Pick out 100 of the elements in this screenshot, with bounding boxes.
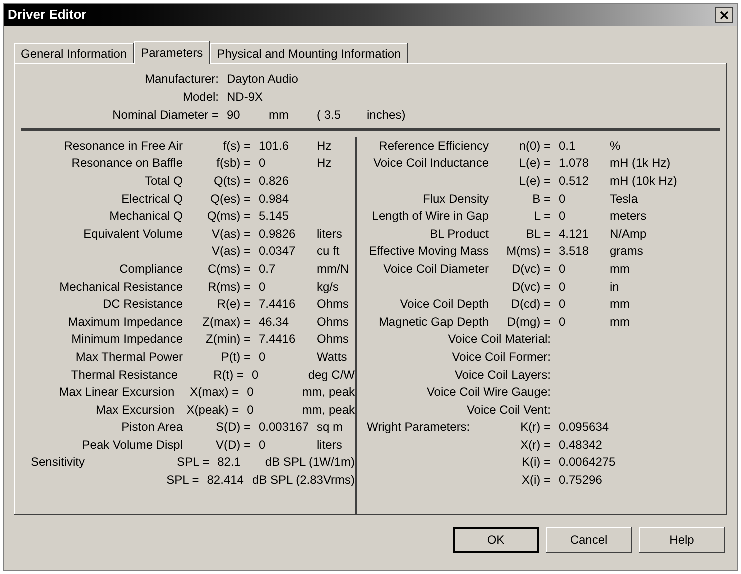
parameter-symbol: R(e) = xyxy=(217,296,251,314)
parameter-label: Voice Coil Wire Gauge: xyxy=(426,384,551,402)
parameter-label: Voice Coil Vent: xyxy=(466,402,551,419)
field-value: ND-9X xyxy=(226,89,264,106)
close-button[interactable] xyxy=(715,7,733,23)
tab[interactable]: Parameters xyxy=(134,41,210,64)
parameter-symbol: X(r) = xyxy=(520,436,551,454)
parameter-label: Effective Moving Mass xyxy=(369,243,489,260)
parameter-value: 0 xyxy=(259,280,266,294)
parameter-value: 0 xyxy=(247,385,254,400)
parameter-symbol: D(vc) = xyxy=(512,260,551,278)
parameter-label: Resonance in Free Air xyxy=(64,138,183,155)
parameter-label: Reference Efficiency xyxy=(379,138,489,155)
parameter-label: DC Resistance xyxy=(102,296,183,314)
parameter-unit: Ohms xyxy=(317,332,350,346)
parameter-label: Voice Coil Former: xyxy=(452,348,551,366)
parameter-symbol: L(e) = xyxy=(519,155,551,172)
parameter-unit: dB SPL (2.83Vrms) xyxy=(252,473,356,488)
parameter-label: Piston Area xyxy=(122,419,183,436)
parameter-symbol: SPL = xyxy=(166,472,200,490)
parameter-value: 1.078 xyxy=(559,156,590,170)
parameter-label: Equivalent Volume xyxy=(84,226,183,243)
parameter-symbol: B = xyxy=(532,190,551,208)
parameter-label: Total Q xyxy=(144,172,183,190)
dialog-button[interactable]: Cancel xyxy=(546,527,632,553)
parameter-label: Max Excursion xyxy=(96,402,175,419)
parameter-label: Voice Coil Diameter xyxy=(384,260,489,278)
parameter-value: 0 xyxy=(259,156,266,170)
field-label: Nominal Diameter = xyxy=(112,107,219,124)
parameter-value: 0 xyxy=(259,350,266,364)
parameter-symbol: Z(max) = xyxy=(202,314,251,331)
window-title: Driver Editor xyxy=(8,6,87,24)
parameter-value: 0.0347 xyxy=(259,244,296,258)
field-label: Model: xyxy=(182,89,219,106)
parameter-value: 82.1 xyxy=(218,455,241,470)
dialog-button[interactable]: Help xyxy=(639,527,725,553)
parameter-symbol: f(s) = xyxy=(223,138,251,155)
parameter-unit: kg/s xyxy=(317,280,340,294)
parameter-value: 0 xyxy=(559,209,566,224)
parameter-unit: liters xyxy=(317,438,342,452)
parameter-label: Wright Parameters: xyxy=(367,419,470,436)
field-label: Manufacturer: xyxy=(144,71,219,88)
parameter-value: 0 xyxy=(247,402,254,417)
parameter-unit: Hz xyxy=(317,156,332,170)
parameter-value: 0 xyxy=(559,314,566,329)
tab[interactable]: Physical and Mounting Information xyxy=(210,43,408,63)
parameter-value: 0 xyxy=(559,280,566,294)
parameter-symbol: D(cd) = xyxy=(511,296,551,314)
field-value: 90 xyxy=(226,107,242,124)
parameter-symbol: X(i) = xyxy=(522,472,551,490)
parameter-label: BL Product xyxy=(430,226,489,243)
parameter-symbol: D(mg) = xyxy=(507,314,551,331)
parameter-unit: liters xyxy=(317,226,342,241)
parameter-unit: mm, peak xyxy=(302,385,355,400)
parameter-unit: grams xyxy=(610,244,644,258)
parameter-value: 7.4416 xyxy=(259,332,296,346)
parameter-label: Sensitivity xyxy=(31,454,86,472)
parameter-label: Minimum Impedance xyxy=(72,331,183,348)
parameter-value: 0.75296 xyxy=(559,473,602,488)
parameter-unit: mm xyxy=(610,262,630,276)
parameter-value: 4.121 xyxy=(559,226,590,241)
parameter-symbol: SPL = xyxy=(177,454,210,472)
parameter-value: 0.826 xyxy=(259,174,290,188)
parameter-value: 0.512 xyxy=(559,174,590,188)
parameter-symbol: K(r) = xyxy=(520,419,551,436)
parameter-symbol: V(D) = xyxy=(216,436,251,454)
tab[interactable]: General Information xyxy=(14,43,134,63)
parameter-unit: deg C/W xyxy=(308,368,356,382)
parameter-symbol: f(sb) = xyxy=(216,155,251,172)
parameter-unit: in xyxy=(610,280,620,294)
parameter-label: Voice Coil Depth xyxy=(400,296,489,314)
parameter-unit: Ohms xyxy=(317,314,350,329)
parameter-value: 0 xyxy=(252,368,259,382)
parameter-symbol: X(peak) = xyxy=(186,402,240,419)
parameter-unit: mm xyxy=(610,314,630,329)
parameter-symbol: K(i) = xyxy=(522,454,551,472)
parameter-label: Mechanical Q xyxy=(110,208,183,226)
parameter-value: 0 xyxy=(559,262,566,276)
parameter-symbol: n(0) = xyxy=(519,138,551,155)
parameter-value: 5.145 xyxy=(259,209,290,224)
parameter-symbol: R(t) = xyxy=(214,366,244,384)
parameter-unit: Hz xyxy=(317,138,332,153)
parameter-label: Compliance xyxy=(120,260,183,278)
parameter-label: Voice Coil Inductance xyxy=(374,155,489,172)
parameter-value: 0.48342 xyxy=(559,438,602,452)
parameter-symbol: Z(min) = xyxy=(206,331,251,348)
parameter-symbol: D(vc) = xyxy=(512,278,551,296)
parameter-label: Max Linear Excursion xyxy=(59,384,175,402)
parameter-unit: mm/N xyxy=(317,262,349,276)
parameter-unit: mH (10k Hz) xyxy=(610,174,678,188)
parameter-unit: Watts xyxy=(317,350,348,364)
parameter-label: Max Thermal Power xyxy=(76,348,183,366)
field-unit: inches) xyxy=(367,107,406,124)
parameter-symbol: R(ms) = xyxy=(208,278,251,296)
parameter-value: 0.9826 xyxy=(259,226,296,241)
parameter-label: Voice Coil Layers: xyxy=(454,366,551,384)
dialog-button[interactable]: OK xyxy=(453,527,539,553)
parameter-unit: mm xyxy=(610,297,630,312)
parameter-symbol: L(e) = xyxy=(519,172,551,190)
parameter-unit: mm, peak xyxy=(302,402,355,417)
